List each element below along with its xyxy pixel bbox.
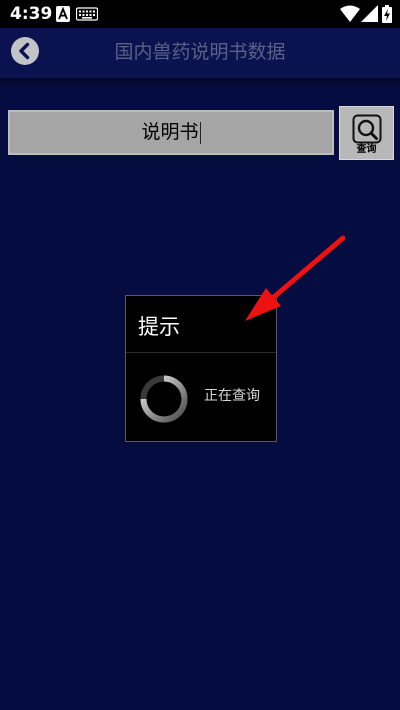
dialog-message: 正在查询 [204, 388, 260, 404]
title-bar-shadow [0, 78, 400, 88]
search-input-value: 说明书 [141, 121, 199, 143]
progress-dialog: 提示 正在查询 [125, 295, 277, 442]
cellular-signal-icon [361, 5, 378, 22]
search-input[interactable]: 说明书 [8, 110, 334, 155]
status-time: 4:39 [10, 4, 53, 24]
search-button-label: 查询 [356, 144, 377, 155]
battery-charging-icon [382, 5, 392, 23]
title-bar: 国内兽药说明书数据 [0, 28, 400, 78]
keyboard-icon [76, 7, 98, 21]
search-button[interactable]: 查询 [339, 106, 394, 160]
status-bar: 4:39 [0, 0, 400, 28]
chevron-left-icon [19, 42, 30, 60]
page-title: 国内兽药说明书数据 [114, 41, 286, 63]
text-cursor [199, 121, 201, 144]
dialog-divider [126, 352, 276, 353]
notification-a-icon [56, 6, 70, 22]
back-button[interactable] [11, 37, 39, 65]
dialog-title: 提示 [138, 315, 180, 339]
loading-spinner-icon [140, 375, 188, 423]
wifi-icon [340, 5, 360, 22]
